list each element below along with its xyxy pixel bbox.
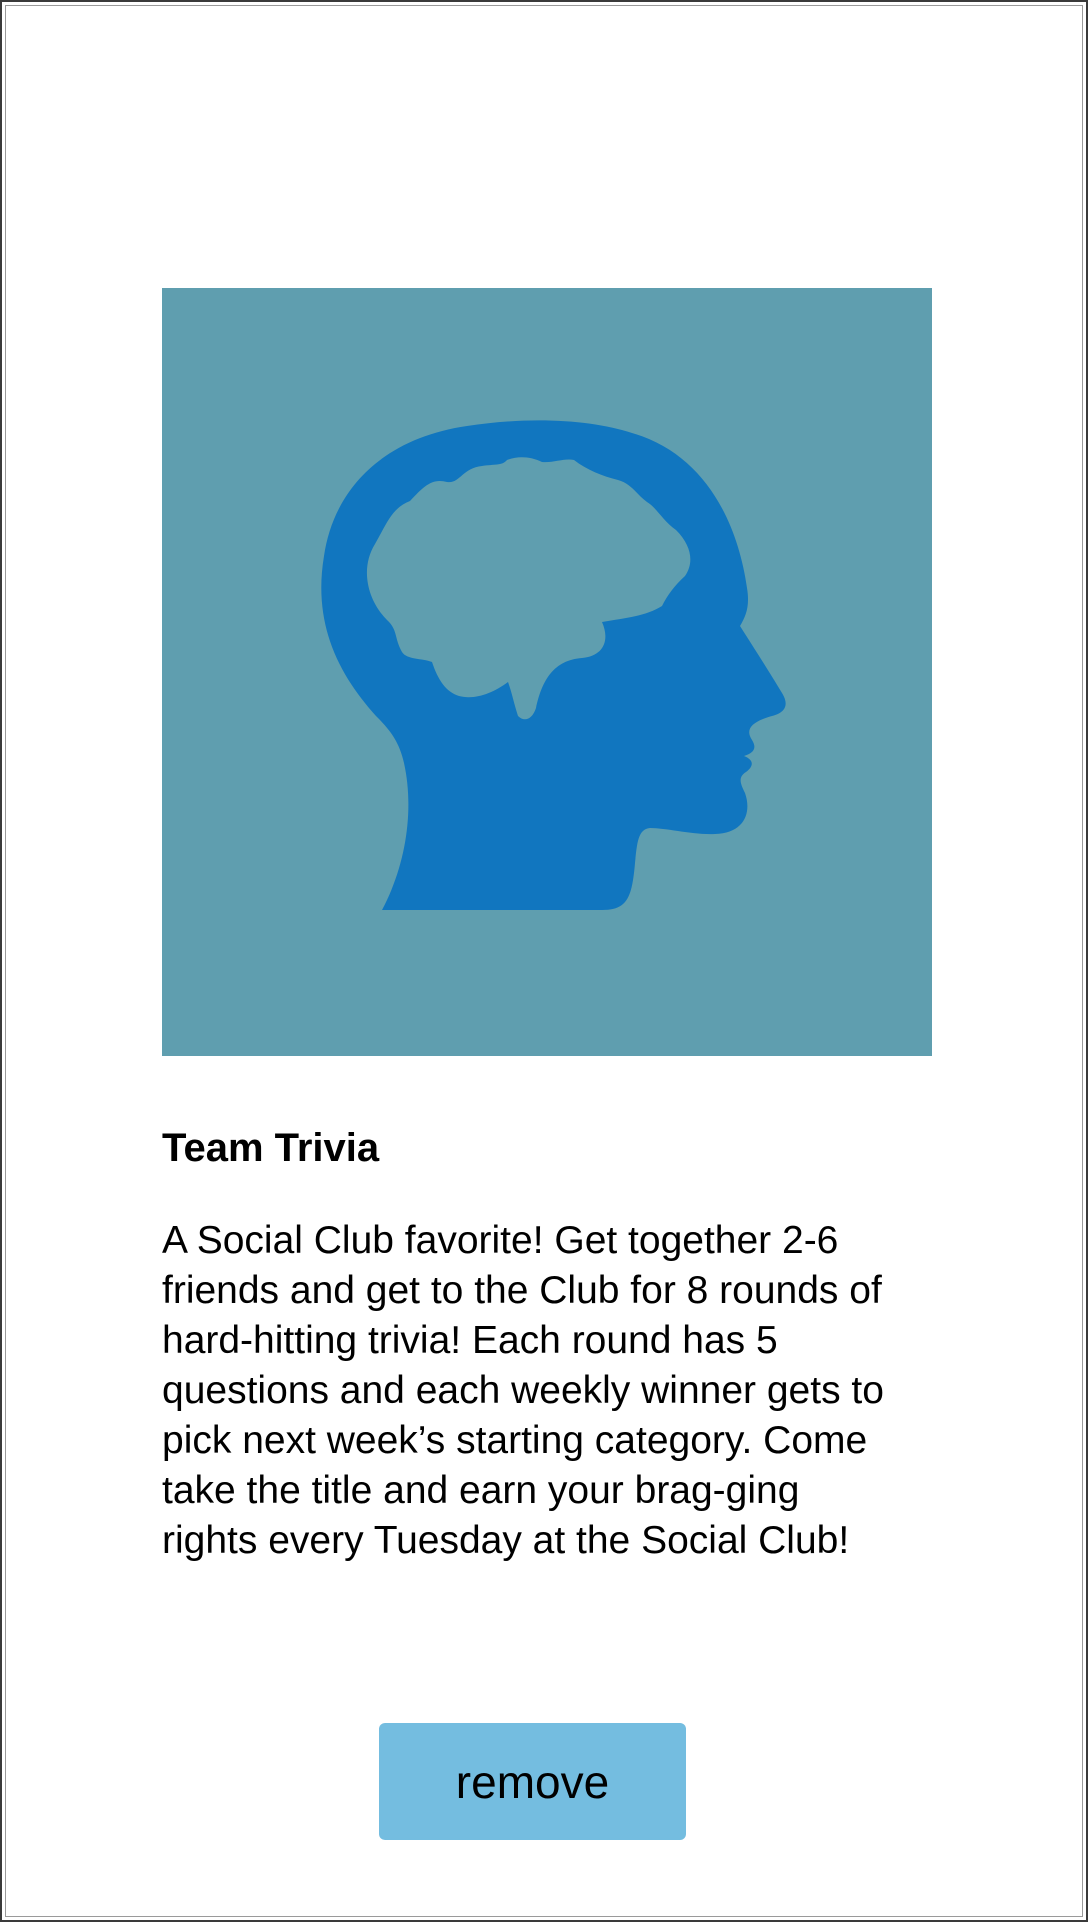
event-title: Team Trivia xyxy=(162,1126,380,1170)
event-card: Team Trivia A Social Club favorite! Get … xyxy=(162,288,932,1566)
remove-button[interactable]: remove xyxy=(379,1723,686,1840)
event-image xyxy=(162,288,932,1056)
event-description: A Social Club favorite! Get together 2-6… xyxy=(162,1219,884,1562)
head-brain-icon xyxy=(321,420,786,910)
